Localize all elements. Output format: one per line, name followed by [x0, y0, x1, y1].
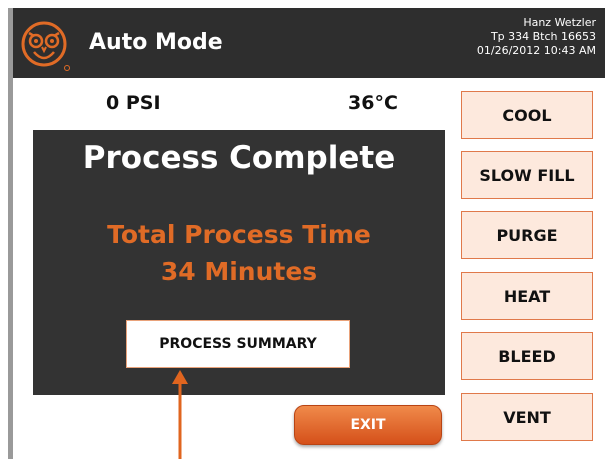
slow-fill-button[interactable]: SLOW FILL [461, 151, 593, 199]
batch-info: Tp 334 Btch 16653 [490, 30, 596, 43]
page-title: Auto Mode [89, 30, 223, 55]
session-info: Hanz Wetzler Tp 334 Btch 16653 01/26/201… [477, 16, 596, 58]
process-summary-button[interactable]: PROCESS SUMMARY [126, 320, 350, 368]
total-time-value: 34 Minutes [160, 257, 318, 286]
operator-name: Hanz Wetzler [523, 16, 596, 29]
status-title: Process Complete [82, 140, 396, 176]
datetime-stamp: 01/26/2012 10:43 AM [476, 44, 596, 57]
temperature-readout: 36°C [348, 92, 398, 114]
owl-logo-icon [21, 21, 70, 71]
arrow-up-icon [172, 370, 188, 459]
bleed-button[interactable]: BLEED [461, 332, 593, 380]
total-time-label: Total Process Time [107, 220, 371, 249]
pressure-readout: 0 PSI [106, 92, 161, 114]
vent-button[interactable]: VENT [461, 393, 593, 441]
cool-button[interactable]: COOL [461, 91, 593, 139]
exit-button[interactable]: EXIT [294, 405, 442, 445]
heat-button[interactable]: HEAT [461, 272, 593, 320]
purge-button[interactable]: PURGE [461, 211, 593, 259]
